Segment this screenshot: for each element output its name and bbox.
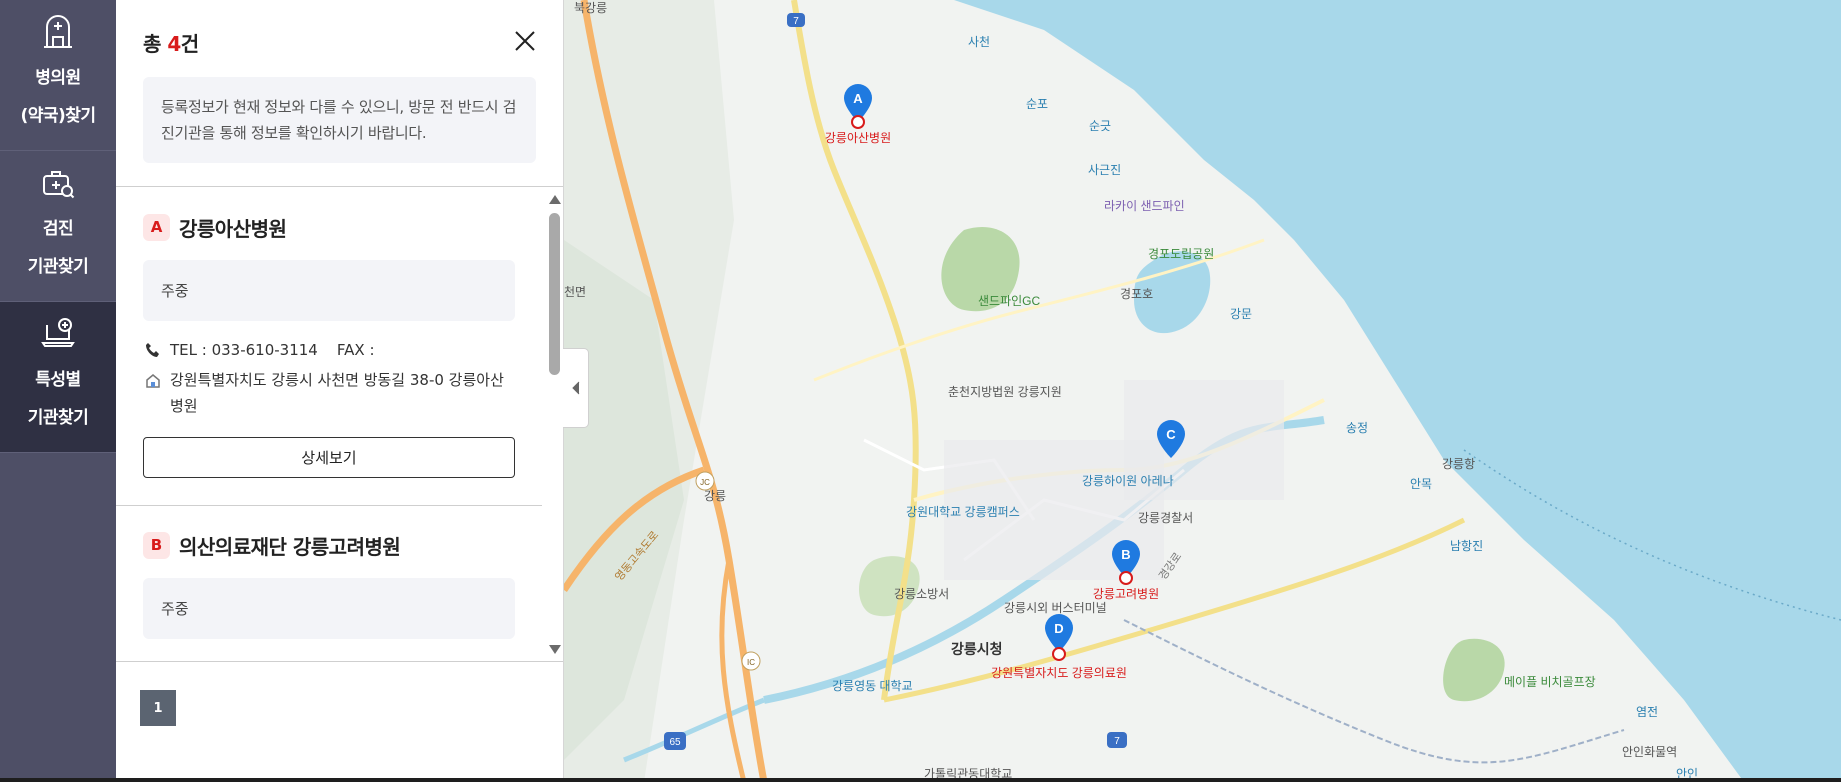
map-marker-d[interactable]: D 강원특별자치도 강릉의료원: [991, 614, 1127, 680]
nav-label-line2: 기관찾기: [27, 408, 89, 428]
list-scrollbar[interactable]: [545, 188, 563, 661]
sea-area: [954, 0, 1841, 782]
panel-collapse-toggle[interactable]: [563, 348, 589, 428]
place-label: 강릉하이원 아레나: [1082, 474, 1174, 488]
scroll-up-arrow-icon[interactable]: [549, 195, 561, 204]
place-label: 강릉시외 버스터미널: [1004, 601, 1107, 615]
total-suffix: 건: [180, 32, 199, 56]
map-view[interactable]: 7 65 7 JC IC 사천 순포 순긋 사근진 라카이 샌드파인 경포도립공…: [564, 0, 1841, 782]
place-label: 북강릉: [574, 1, 607, 15]
total-count: 4: [167, 32, 181, 56]
page-button-current[interactable]: 1: [140, 690, 176, 726]
nav-label-line2: (약국)찾기: [20, 106, 96, 126]
address-row: 강원특별자치도 강릉시 사천면 방동길 38-0 강릉아산병원: [143, 367, 515, 419]
place-label: 경포호: [1120, 287, 1153, 301]
result-total: 총 4건: [143, 28, 536, 57]
route-shield-label: 7: [1114, 736, 1120, 747]
place-label: 사천: [968, 34, 990, 49]
interchange-label: IC: [747, 658, 755, 667]
marker-badge: B: [143, 531, 170, 559]
result-list: A 강릉아산병원 주중 TEL : 033-610-3114 FAX : 강원특: [116, 188, 542, 661]
place-label: 춘천지방법원 강릉지원: [948, 384, 1062, 399]
phone-icon: [146, 343, 159, 357]
institution-name[interactable]: 강릉아산병원: [179, 213, 287, 242]
place-label: 염전: [1636, 705, 1658, 719]
place-label: 송정: [1346, 421, 1368, 435]
route-shield-label: 65: [669, 737, 681, 748]
place-label: 강릉영동 대학교: [832, 679, 913, 693]
route-shield-label: 7: [793, 16, 799, 27]
place-label: 강릉소방서: [894, 587, 949, 601]
nav-checkup-search[interactable]: 검진 기관찾기: [0, 151, 116, 302]
bottom-edge: [0, 778, 1841, 782]
place-label: 강릉경찰서: [1138, 511, 1193, 525]
home-icon: [146, 374, 160, 388]
place-label: 메이플 비치골프장: [1504, 675, 1596, 689]
address-text: 강원특별자치도 강릉시 사천면 방동길 38-0 강릉아산병원: [170, 371, 504, 415]
pagination: 1: [116, 661, 563, 782]
place-label: 남항진: [1450, 539, 1483, 553]
institution-name[interactable]: 의산의료재단 강릉고려병원: [179, 531, 401, 560]
marker-letter: D: [1054, 621, 1063, 636]
place-label: 강릉항: [1442, 457, 1475, 471]
nav-special-search[interactable]: 특성별 기관찾기: [0, 302, 116, 453]
marker-letter: C: [1166, 427, 1176, 442]
map-canvas[interactable]: 7 65 7 JC IC 사천 순포 순긋 사근진 라카이 샌드파인 경포도립공…: [564, 0, 1841, 782]
laptop-plus-icon: [41, 318, 75, 347]
place-label: 경포도립공원: [1148, 247, 1214, 261]
place-label: 안인화물역: [1622, 745, 1677, 759]
marker-label: 강릉고려병원: [1093, 587, 1159, 601]
nav-label-line1: 병의원: [35, 68, 81, 88]
card-title: A 강릉아산병원: [143, 212, 515, 242]
junction-label: JC: [700, 478, 710, 487]
marker-badge: A: [143, 213, 170, 241]
place-label: 라카이 샌드파인: [1104, 199, 1185, 213]
place-label: 강릉: [704, 489, 726, 503]
notice-box: 등록정보가 현재 정보와 다를 수 있으니, 방문 전 반드시 검진기관을 통해…: [143, 77, 536, 163]
side-nav: 병의원 (약국)찾기 검진 기관찾기 특성별 기관찾기: [0, 0, 116, 782]
result-card[interactable]: A 강릉아산병원 주중 TEL : 033-610-3114 FAX : 강원특: [116, 188, 542, 506]
detail-button[interactable]: 상세보기: [143, 437, 515, 478]
result-card[interactable]: B 의산의료재단 강릉고려병원 주중: [116, 506, 542, 661]
marker-label: 강릉아산병원: [825, 131, 891, 145]
place-label: 샌드파인GC: [978, 294, 1040, 308]
place-label: 강문: [1230, 307, 1252, 321]
marker-label: 강원특별자치도 강릉의료원: [991, 666, 1127, 680]
panel-header: 총 4건 등록정보가 현재 정보와 다를 수 있으니, 방문 전 반드시 검진기…: [116, 0, 563, 187]
nav-label-line1: 검진: [42, 219, 74, 239]
place-label: 순포: [1026, 97, 1048, 111]
place-label: 안목: [1410, 477, 1432, 491]
chevron-left-icon: [571, 381, 579, 395]
result-list-viewport[interactable]: A 강릉아산병원 주중 TEL : 033-610-3114 FAX : 강원특: [116, 188, 563, 661]
place-label: 천면: [564, 284, 586, 299]
nav-label-line2: 기관찾기: [27, 257, 89, 277]
service-day-box: 주중: [143, 578, 515, 639]
result-panel: 총 4건 등록정보가 현재 정보와 다를 수 있으니, 방문 전 반드시 검진기…: [116, 0, 564, 782]
place-label: 순긋: [1089, 119, 1111, 133]
phone-text: TEL : 033-610-3114 FAX :: [170, 341, 375, 359]
scroll-down-arrow-icon[interactable]: [549, 645, 561, 654]
service-day-box: 주중: [143, 260, 515, 321]
nav-hospital-search[interactable]: 병의원 (약국)찾기: [0, 0, 116, 151]
place-label: 강릉시청: [951, 641, 1003, 657]
close-icon[interactable]: [513, 29, 537, 53]
total-prefix: 총: [143, 32, 168, 56]
place-label: 강원대학교 강릉캠퍼스: [906, 505, 1020, 519]
card-title: B 의산의료재단 강릉고려병원: [143, 530, 515, 560]
place-label: 사근진: [1088, 163, 1121, 177]
medical-kit-search-icon: [43, 171, 75, 199]
nav-label-line1: 특성별: [35, 370, 81, 390]
marker-letter: B: [1121, 547, 1130, 562]
phone-row: TEL : 033-610-3114 FAX :: [143, 337, 515, 363]
marker-letter: A: [853, 91, 863, 106]
map-marker-a[interactable]: A 강릉아산병원: [825, 84, 891, 145]
hospital-building-icon: [44, 15, 72, 48]
scroll-thumb[interactable]: [549, 213, 560, 375]
